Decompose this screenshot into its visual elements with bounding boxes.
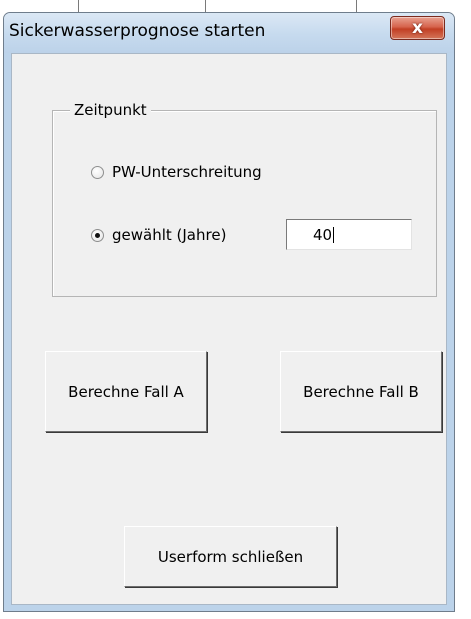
text-caret [333,227,335,243]
radio-unselected[interactable] [91,165,104,179]
window-title: Sickerwasserprognose starten [9,21,266,41]
years-value: 40 [313,226,333,244]
grid-line [78,0,79,12]
radio-selected[interactable] [91,228,104,242]
button-label: Berechne Fall A [68,382,184,401]
years-input[interactable]: 40 [286,219,412,250]
frame-label: Zeitpunkt [70,101,151,119]
option-label: gewählt (Jahre) [112,226,227,244]
title-bar[interactable]: Sickerwasserprognose starten x [4,13,454,53]
form-body: Zeitpunkt PW-Unterschreitung gewählt (Ja… [11,53,447,605]
option-gewaehlt-jahre[interactable]: gewählt (Jahre) [91,226,226,244]
grid-line [205,0,206,12]
zeitpunkt-frame [52,110,437,297]
option-label: PW-Unterschreitung [112,163,262,181]
button-label: Userform schließen [157,547,304,566]
close-icon: x [412,17,423,38]
button-label: Berechne Fall B [303,382,419,401]
background-spreadsheet [0,0,471,12]
close-userform-button[interactable]: Userform schließen [124,526,337,587]
calculate-case-b-button[interactable]: Berechne Fall B [280,351,442,432]
radio-dot-icon [95,232,100,238]
option-pw-unterschreitung[interactable]: PW-Unterschreitung [91,163,262,181]
calculate-case-a-button[interactable]: Berechne Fall A [45,351,207,432]
close-window-button[interactable]: x [390,16,445,40]
dialog-window: Sickerwasserprognose starten x Zeitpunkt… [3,12,455,612]
grid-line [356,0,357,12]
